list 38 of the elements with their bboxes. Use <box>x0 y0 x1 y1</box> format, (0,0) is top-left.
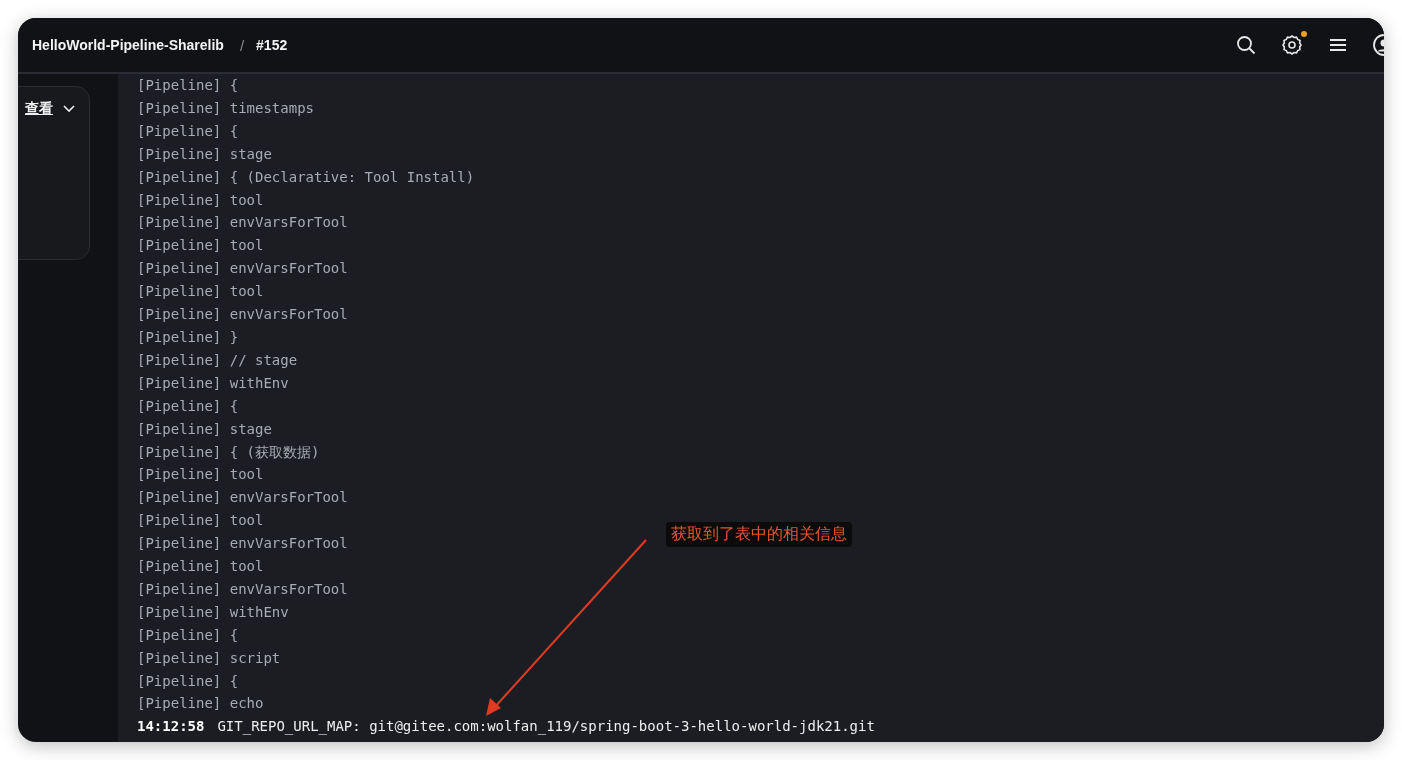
log-timestamp: 14:12:58 <box>137 717 205 737</box>
log-line: [Pipeline] envVarsForTool <box>137 259 348 279</box>
log-line: [Pipeline] stage <box>137 419 272 439</box>
log-line: [Pipeline] { <box>137 625 239 645</box>
log-line: [Pipeline] tool <box>137 511 264 531</box>
breadcrumb-link[interactable]: HelloWorld-Pipeline-Sharelib <box>32 37 224 53</box>
log-line: [Pipeline] tool <box>137 190 264 210</box>
log-line: [Pipeline] tool <box>137 282 264 302</box>
log-line: [Pipeline] } <box>137 327 239 347</box>
annotation-label: 获取到了表中的相关信息 <box>666 522 852 547</box>
log-line: [Pipeline] tool <box>137 236 264 256</box>
breadcrumb-separator: / <box>239 36 245 54</box>
log-line: [Pipeline] tool <box>137 557 264 577</box>
log-line: [Pipeline] { <box>137 396 239 416</box>
view-dropdown[interactable]: 查看 <box>25 98 75 120</box>
search-icon[interactable] <box>1234 33 1258 57</box>
log-line: [Pipeline] { <box>137 76 239 95</box>
log-line: [Pipeline] { (获取数据) <box>137 442 320 462</box>
settings-icon[interactable] <box>1280 33 1304 57</box>
log-line: [Pipeline] envVarsForTool <box>137 213 348 233</box>
log-line: [Pipeline] { <box>137 121 239 141</box>
log-line: [Pipeline] tool <box>137 465 264 485</box>
chevron-down-icon <box>63 105 75 113</box>
log-line: [Pipeline] timestamps <box>137 98 314 118</box>
log-line: [Pipeline] // stage <box>137 350 298 370</box>
log-line: [Pipeline] withEnv <box>137 373 289 393</box>
log-line: [Pipeline] { (Declarative: Tool Install) <box>137 167 475 187</box>
log-line: [Pipeline] echo <box>137 694 264 714</box>
log-line: [Pipeline] envVarsForTool <box>137 488 348 508</box>
log-line: [Pipeline] envVarsForTool <box>137 534 348 554</box>
log-line: [Pipeline] stage <box>137 144 272 164</box>
log-line: [Pipeline] { <box>137 671 239 691</box>
log-line: [Pipeline] envVarsForTool <box>137 305 348 325</box>
breadcrumb-link[interactable]: #152 <box>256 37 288 53</box>
log-line: [Pipeline] script <box>137 648 281 668</box>
log-line: GIT_REPO_URL_MAP: git@gitee.com:wolfan_119/spring-boot-3-hello-world-jdk21.git <box>217 717 875 737</box>
log-line: [Pipeline] withEnv <box>137 602 289 622</box>
log-line: [Pipeline] envVarsForTool <box>137 579 348 599</box>
